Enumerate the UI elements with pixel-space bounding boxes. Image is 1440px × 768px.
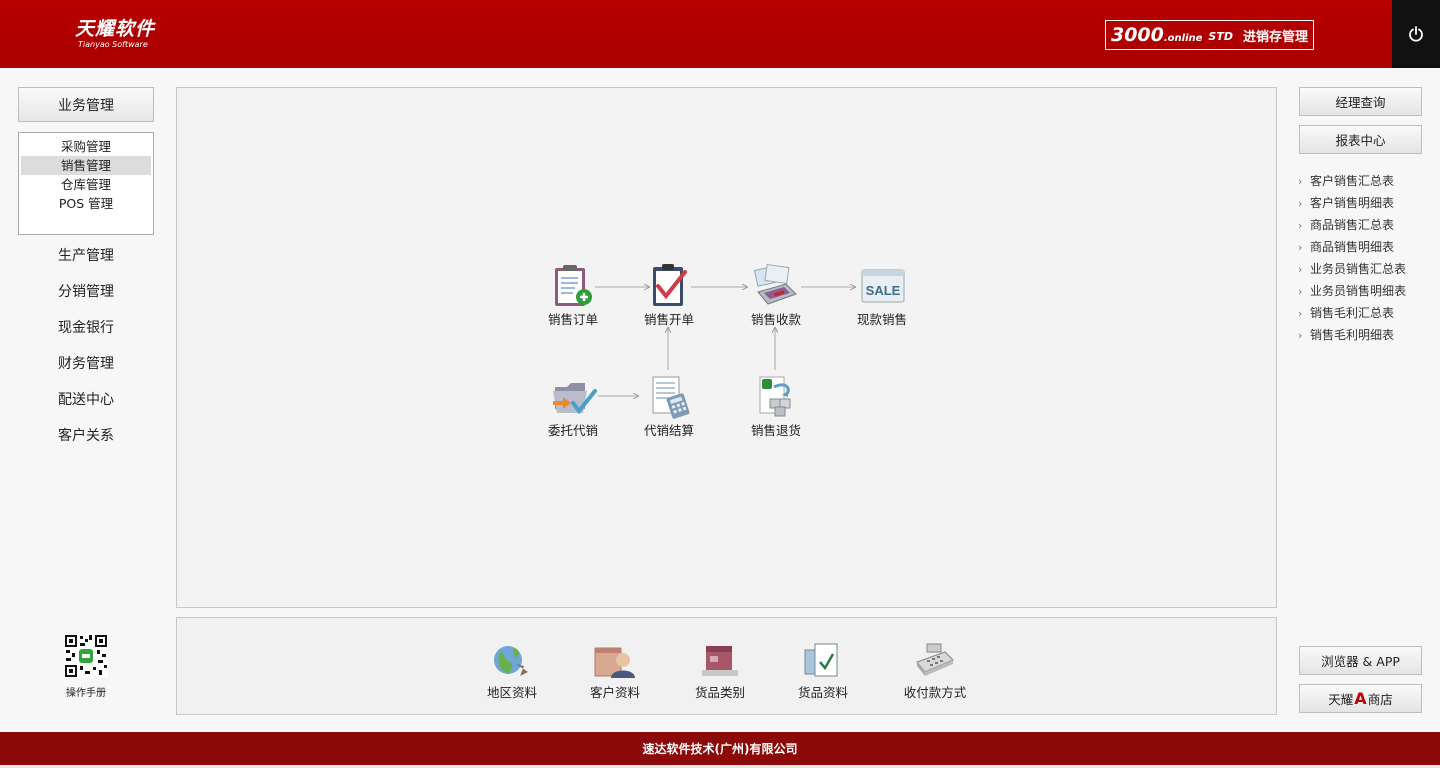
nav-item-delivery[interactable]: 配送中心 <box>18 388 154 412</box>
company-logo: 天耀软件 Tianyao Software <box>75 18 155 49</box>
chevron-right-icon: › <box>1298 285 1303 298</box>
flow-node-consignment-settlement[interactable]: 代销结算 <box>621 373 717 439</box>
goods-info-icon <box>804 643 838 677</box>
report-link[interactable]: › 客户销售明细表 <box>1298 192 1438 214</box>
browser-app-button[interactable]: 浏览器 & APP <box>1299 646 1422 675</box>
flow-node-sales-return[interactable]: 销售退货 <box>728 373 824 439</box>
base-data-panel: 地区资料 客户资料 货品类别 货品资料 收付款方式 <box>176 617 1277 715</box>
flow-connectors <box>595 88 1276 607</box>
cash-register-icon <box>916 643 954 676</box>
shop-logo-icon: A <box>1354 689 1367 708</box>
base-data-payment-method[interactable]: 收付款方式 <box>887 640 983 701</box>
chevron-right-icon: › <box>1298 263 1303 276</box>
report-center-button[interactable]: 报表中心 <box>1299 125 1422 154</box>
flow-node-label: 销售收款 <box>750 312 801 327</box>
base-data-label: 货品资料 <box>797 685 848 700</box>
flow-node-sales-invoice[interactable]: 销售开单 <box>621 262 717 328</box>
svg-text:SALE: SALE <box>866 283 901 298</box>
base-data-goods-category[interactable]: 货品类别 <box>672 640 768 701</box>
folder-transfer-icon <box>553 383 597 415</box>
nav-item-production[interactable]: 生产管理 <box>18 244 154 268</box>
clipboard-add-icon <box>555 265 592 306</box>
base-data-label: 客户资料 <box>589 685 640 700</box>
flow-node-label: 现款销售 <box>856 312 907 327</box>
customer-icon <box>594 647 635 678</box>
manager-query-button[interactable]: 经理查询 <box>1299 87 1422 116</box>
flow-node-sales-collection[interactable]: 销售收款 <box>728 262 824 328</box>
submenu-item-pos[interactable]: POS 管理 <box>21 194 151 213</box>
flow-node-cash-sale[interactable]: SALE 现款销售 <box>834 262 930 328</box>
chevron-right-icon: › <box>1298 219 1303 232</box>
flow-node-label: 销售退货 <box>750 423 801 438</box>
nav-item-customer-relations[interactable]: 客户关系 <box>18 424 154 448</box>
logo-sub-text: Tianyao Software <box>78 40 148 49</box>
edition-suffix: .online <box>1163 32 1203 44</box>
submenu-item-sales[interactable]: 销售管理 <box>21 156 151 175</box>
base-data-label: 货品类别 <box>694 685 745 700</box>
flow-node-label: 销售订单 <box>547 312 598 327</box>
report-link[interactable]: › 商品销售汇总表 <box>1298 214 1438 236</box>
globe-icon <box>494 646 528 676</box>
nav-item-cash-bank[interactable]: 现金银行 <box>18 316 154 340</box>
base-data-label: 收付款方式 <box>903 685 967 700</box>
flow-node-sales-order[interactable]: 销售订单 <box>525 262 621 328</box>
top-header: 天耀软件 Tianyao Software 3000 .online STD 进… <box>0 0 1440 68</box>
submenu-item-warehouse[interactable]: 仓库管理 <box>21 175 151 194</box>
nav-item-finance[interactable]: 财务管理 <box>18 352 154 376</box>
footer-company: 速达软件技术(广州)有限公司 <box>642 742 798 756</box>
flow-node-consignment[interactable]: 委托代销 <box>525 373 621 439</box>
chevron-right-icon: › <box>1298 197 1303 210</box>
sale-sign-icon: SALE <box>861 269 905 303</box>
base-data-goods-info[interactable]: 货品资料 <box>775 640 871 701</box>
nav-item-distribution[interactable]: 分销管理 <box>18 280 154 304</box>
power-button[interactable] <box>1392 0 1440 68</box>
footer-bar: 速达软件技术(广州)有限公司 <box>0 732 1440 765</box>
report-link[interactable]: › 商品销售明细表 <box>1298 236 1438 258</box>
qr-code-icon[interactable] <box>64 634 108 678</box>
base-data-label: 地区资料 <box>486 685 537 700</box>
report-link[interactable]: › 销售毛利明细表 <box>1298 324 1438 346</box>
return-goods-icon <box>759 376 791 417</box>
logo-main-text: 天耀软件 <box>75 18 156 40</box>
edition-badge: 3000 .online STD 进销存管理 <box>1105 20 1314 50</box>
flow-node-label: 代销结算 <box>643 423 694 438</box>
report-link[interactable]: › 业务员销售明细表 <box>1298 280 1438 302</box>
business-management-button[interactable]: 业务管理 <box>18 87 154 122</box>
manual-label[interactable]: 操作手册 <box>40 684 132 699</box>
shop-suffix: 商店 <box>1367 692 1393 707</box>
chevron-right-icon: › <box>1298 329 1303 342</box>
tianyao-shop-button[interactable]: 天耀 A 商店 <box>1299 684 1422 713</box>
report-list: › 客户销售汇总表 › 客户销售明细表 › 商品销售汇总表 › 商品销售明细表 › 业务员… <box>1298 170 1438 346</box>
report-link[interactable]: › 业务员销售汇总表 <box>1298 258 1438 280</box>
flow-node-label: 委托代销 <box>547 423 598 438</box>
report-link[interactable]: › 销售毛利汇总表 <box>1298 302 1438 324</box>
edition-name: 进销存管理 <box>1242 29 1308 45</box>
chevron-right-icon: › <box>1298 307 1303 320</box>
flow-node-label: 销售开单 <box>643 312 694 327</box>
goods-category-icon <box>702 646 738 676</box>
edition-number: 3000 <box>1110 24 1164 46</box>
chevron-right-icon: › <box>1298 241 1303 254</box>
base-data-region[interactable]: 地区资料 <box>464 640 560 701</box>
sales-flow-panel: 销售订单 销售开单 销售收款 SALE 现款销售 委托代销 代销结算 销售退货 <box>176 87 1277 608</box>
clipboard-check-icon <box>653 264 687 306</box>
base-data-customer[interactable]: 客户资料 <box>567 640 663 701</box>
calculator-sheet-icon <box>652 376 690 419</box>
payment-terminal-icon <box>753 263 797 305</box>
business-submenu: 采购管理 销售管理 仓库管理 POS 管理 <box>18 132 154 235</box>
submenu-item-purchase[interactable]: 采购管理 <box>21 137 151 156</box>
chevron-right-icon: › <box>1298 175 1303 188</box>
shop-prefix: 天耀 <box>1328 692 1354 707</box>
report-link[interactable]: › 客户销售汇总表 <box>1298 170 1438 192</box>
edition-tier: STD <box>1208 29 1233 43</box>
power-icon <box>1409 26 1423 42</box>
